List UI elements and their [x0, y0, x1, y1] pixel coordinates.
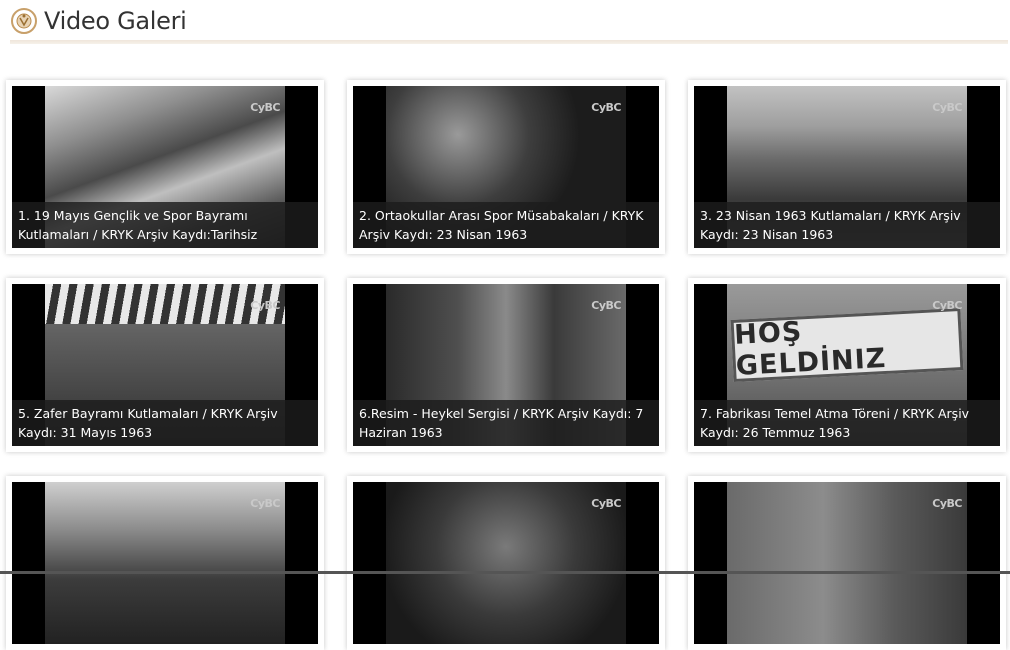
- emblem-icon: [11, 8, 37, 34]
- channel-logo: CyBC: [591, 101, 621, 114]
- video-still: [45, 482, 285, 644]
- video-card[interactable]: CyBC 3. 23 Nisan 1963 Kutlamaları / KRYK…: [688, 80, 1006, 254]
- banner-text: HOŞ GELDİNIZ: [733, 316, 888, 382]
- video-card[interactable]: CyBC: [688, 476, 1006, 650]
- channel-logo: CyBC: [250, 101, 280, 114]
- video-card[interactable]: CyBC 5. Zafer Bayramı Kutlamaları / KRYK…: [6, 278, 324, 452]
- video-caption: 6.Resim - Heykel Sergisi / KRYK Arşiv Ka…: [353, 400, 659, 446]
- page-header: Video Galeri: [10, 4, 187, 38]
- channel-logo: CyBC: [932, 497, 962, 510]
- video-card[interactable]: CyBC 1. 19 Mayıs Gençlik ve Spor Bayramı…: [6, 80, 324, 254]
- video-still: [386, 482, 626, 644]
- channel-logo: CyBC: [932, 299, 962, 312]
- video-thumbnail[interactable]: CyBC 6.Resim - Heykel Sergisi / KRYK Arş…: [353, 284, 659, 446]
- video-thumbnail[interactable]: CyBC 3. 23 Nisan 1963 Kutlamaları / KRYK…: [694, 86, 1000, 248]
- video-thumbnail[interactable]: CyBC: [353, 482, 659, 644]
- video-caption: 7. Fabrikası Temel Atma Töreni / KRYK Ar…: [694, 400, 1000, 446]
- channel-logo: CyBC: [932, 101, 962, 114]
- video-card[interactable]: CyBC: [6, 476, 324, 650]
- video-still: [727, 482, 967, 644]
- video-thumbnail[interactable]: CyBC 2. Ortaokullar Arası Spor Müsabakal…: [353, 86, 659, 248]
- page-title: Video Galeri: [44, 7, 187, 35]
- channel-logo: CyBC: [591, 299, 621, 312]
- channel-logo: CyBC: [250, 299, 280, 312]
- video-caption: 5. Zafer Bayramı Kutlamaları / KRYK Arşi…: [12, 400, 318, 446]
- video-card[interactable]: CyBC 6.Resim - Heykel Sergisi / KRYK Arş…: [347, 278, 665, 452]
- video-card[interactable]: CyBC: [347, 476, 665, 650]
- title-divider: [10, 40, 1008, 44]
- video-caption: 1. 19 Mayıs Gençlik ve Spor Bayramı Kutl…: [12, 202, 318, 248]
- video-caption: 3. 23 Nisan 1963 Kutlamaları / KRYK Arşi…: [694, 202, 1000, 248]
- channel-logo: CyBC: [591, 497, 621, 510]
- welcome-banner: HOŞ GELDİNIZ: [730, 308, 964, 382]
- video-thumbnail[interactable]: CyBC 5. Zafer Bayramı Kutlamaları / KRYK…: [12, 284, 318, 446]
- video-thumbnail[interactable]: CyBC: [12, 482, 318, 644]
- video-thumbnail[interactable]: CyBC 1. 19 Mayıs Gençlik ve Spor Bayramı…: [12, 86, 318, 248]
- video-card[interactable]: CyBC 2. Ortaokullar Arası Spor Müsabakal…: [347, 80, 665, 254]
- video-caption: 2. Ortaokullar Arası Spor Müsabakaları /…: [353, 202, 659, 248]
- video-card[interactable]: HOŞ GELDİNIZ CyBC 7. Fabrikası Temel Atm…: [688, 278, 1006, 452]
- video-thumbnail[interactable]: CyBC: [694, 482, 1000, 644]
- video-thumbnail[interactable]: HOŞ GELDİNIZ CyBC 7. Fabrikası Temel Atm…: [694, 284, 1000, 446]
- channel-logo: CyBC: [250, 497, 280, 510]
